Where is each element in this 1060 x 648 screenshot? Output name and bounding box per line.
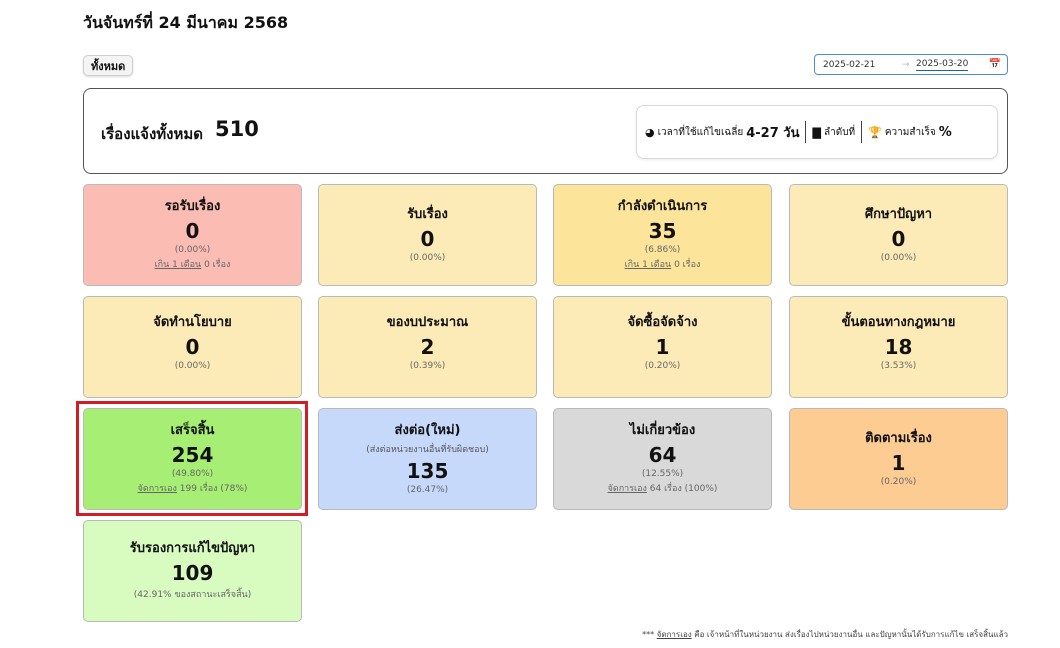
card-title: ศึกษาปัญหา <box>864 207 933 222</box>
footnote: *** จัดการเอง คือ เจ้าหน้าที่ในหน่วยงาน … <box>642 630 1008 639</box>
card-title: รับเรื่อง <box>407 207 448 222</box>
card-extra: เกิน 1 เดือน 0 เรื่อง <box>624 260 701 270</box>
card-percent: (3.53%) <box>880 361 917 371</box>
card-title: ไม่เกี่ยวข้อง <box>629 423 696 438</box>
card-in-progress[interactable]: กำลังดำเนินการ 35 (6.86%) เกิน 1 เดือน 0… <box>553 184 772 286</box>
card-count: 0 <box>891 227 906 251</box>
card-count: 1 <box>891 451 906 475</box>
card-count: 0 <box>420 227 435 251</box>
card-policy[interactable]: จัดทำนโยบาย 0 (0.00%) <box>83 296 302 398</box>
card-count: 35 <box>648 219 677 243</box>
card-percent: (42.91% ของสถานะเสร็จสิ้น) <box>133 590 252 600</box>
card-count: 0 <box>185 219 200 243</box>
all-filter-button[interactable]: ทั้งหมด <box>83 55 134 76</box>
calendar-icon[interactable]: 📅 <box>989 59 1001 70</box>
card-percent: (0.20%) <box>644 361 681 371</box>
arrow-right-icon: → <box>902 59 910 70</box>
highlight-box <box>76 401 308 516</box>
card-title: ของบประมาณ <box>386 315 469 330</box>
card-percent: (0.00%) <box>880 253 917 263</box>
card-count: 1 <box>655 335 670 359</box>
podium-icon: ▇ <box>812 125 821 139</box>
card-title: ติดตามเรื่อง <box>865 431 932 446</box>
card-title: รอรับเรื่อง <box>164 199 221 214</box>
card-budget[interactable]: ของบประมาณ 2 (0.39%) <box>318 296 537 398</box>
card-forwarded[interactable]: ส่งต่อ(ใหม่) (ส่งต่อหน่วยงานอื่นที่รับผิ… <box>318 408 537 510</box>
card-count: 109 <box>171 561 214 585</box>
card-percent: (0.39%) <box>409 361 446 371</box>
card-count: 2 <box>420 335 435 359</box>
overdue-link[interactable]: เกิน 1 เดือน <box>155 260 202 270</box>
card-study[interactable]: ศึกษาปัญหา 0 (0.00%) <box>789 184 1008 286</box>
self-handled-link[interactable]: จัดการเอง <box>608 484 647 494</box>
success-label: ความสำเร็จ <box>884 126 936 138</box>
summary-label: เรื่องแจ้งทั้งหมด <box>101 125 204 143</box>
summary-total: 510 <box>215 117 259 141</box>
success-value: % <box>938 124 952 140</box>
stats-box: ◕ เวลาที่ใช้แก้ไขเฉลี่ย 4-27 วัน ▇ ลำดับ… <box>636 105 998 159</box>
user-icon: ◕ <box>645 125 655 139</box>
rank-label: ลำดับที่ <box>823 126 856 138</box>
card-count: 0 <box>185 335 200 359</box>
card-subtitle: (ส่งต่อหน่วยงานอื่นที่รับผิดชอบ) <box>366 445 489 455</box>
card-extra: เกิน 1 เดือน 0 เรื่อง <box>154 260 231 270</box>
card-legal[interactable]: ขั้นตอนทางกฎหมาย 18 (3.53%) <box>789 296 1008 398</box>
page-title: วันจันทร์ที่ 24 มีนาคม 2568 <box>83 13 289 32</box>
card-count: 64 <box>648 443 677 467</box>
card-irrelevant[interactable]: ไม่เกี่ยวข้อง 64 (12.55%) จัดการเอง 64 เ… <box>553 408 772 510</box>
card-extra: จัดการเอง 64 เรื่อง (100%) <box>607 484 718 494</box>
overdue-link[interactable]: เกิน 1 เดือน <box>625 260 672 270</box>
date-to-input[interactable]: 2025-03-20 <box>916 59 969 71</box>
card-percent: (0.00%) <box>174 245 211 255</box>
self-handled-link[interactable]: จัดการเอง <box>657 630 692 639</box>
card-title: ขั้นตอนทางกฎหมาย <box>841 315 956 330</box>
card-count: 135 <box>406 459 449 483</box>
avg-time-label: เวลาที่ใช้แก้ไขเฉลี่ย <box>657 126 744 138</box>
card-percent: (6.86%) <box>644 245 681 255</box>
avg-time-value: 4-27 วัน <box>746 125 800 141</box>
divider <box>805 121 807 143</box>
card-title: จัดซื้อจัดจ้าง <box>627 315 698 330</box>
card-certified[interactable]: รับรองการแก้ไขปัญหา 109 (42.91% ของสถานะ… <box>83 520 302 622</box>
trophy-icon: 🏆 <box>868 125 882 139</box>
divider <box>861 121 863 143</box>
summary-panel: เรื่องแจ้งทั้งหมด 510 ◕ เวลาที่ใช้แก้ไขเ… <box>83 88 1008 174</box>
card-percent: (0.00%) <box>409 253 446 263</box>
card-received[interactable]: รับเรื่อง 0 (0.00%) <box>318 184 537 286</box>
date-from-input[interactable]: 2025-02-21 <box>823 60 875 70</box>
card-title: จัดทำนโยบาย <box>153 315 232 330</box>
card-percent: (26.47%) <box>406 485 449 495</box>
card-percent: (0.20%) <box>880 477 917 487</box>
card-waiting[interactable]: รอรับเรื่อง 0 (0.00%) เกิน 1 เดือน 0 เรื… <box>83 184 302 286</box>
card-title: ส่งต่อ(ใหม่) <box>394 423 461 438</box>
card-title: รับรองการแก้ไขปัญหา <box>129 541 256 556</box>
card-count: 18 <box>884 335 913 359</box>
card-follow-up[interactable]: ติดตามเรื่อง 1 (0.20%) <box>789 408 1008 510</box>
card-procurement[interactable]: จัดซื้อจัดจ้าง 1 (0.20%) <box>553 296 772 398</box>
card-percent: (0.00%) <box>174 361 211 371</box>
card-title: กำลังดำเนินการ <box>617 199 708 214</box>
date-range-picker[interactable]: 2025-02-21 → 2025-03-20 📅 <box>814 54 1008 75</box>
card-percent: (12.55%) <box>641 469 684 479</box>
